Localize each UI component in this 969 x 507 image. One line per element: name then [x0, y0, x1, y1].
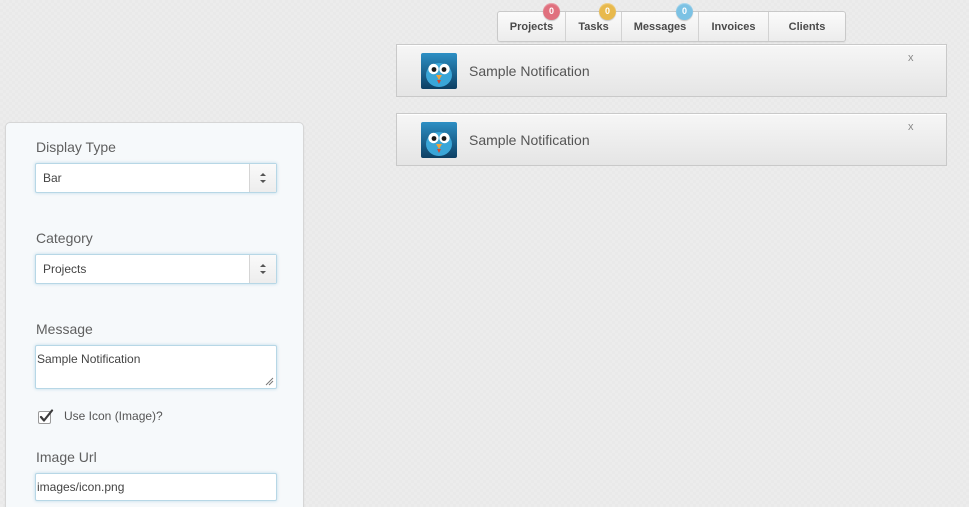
bird-avatar-icon: [421, 53, 457, 89]
notification-text: Sample Notification: [469, 63, 590, 79]
select-arrows-icon: [249, 164, 276, 192]
tab-clients[interactable]: Clients: [769, 12, 845, 41]
image-url-label: Image Url: [36, 449, 97, 465]
resize-grip-icon[interactable]: [265, 377, 274, 386]
notification-bar: Sample Notification x: [396, 113, 947, 166]
message-value: Sample Notification: [37, 352, 141, 366]
bird-avatar-icon: [421, 122, 457, 158]
display-type-label: Display Type: [36, 139, 116, 155]
display-type-value: Bar: [43, 171, 62, 185]
use-icon-label: Use Icon (Image)?: [64, 409, 163, 423]
use-icon-checkbox[interactable]: [38, 409, 54, 424]
category-value: Projects: [43, 262, 87, 276]
select-arrows-icon: [249, 255, 276, 283]
category-select[interactable]: Projects: [35, 254, 277, 284]
notification-text: Sample Notification: [469, 132, 590, 148]
message-label: Message: [36, 321, 93, 337]
tab-clients-label: Clients: [788, 21, 826, 33]
tab-messages[interactable]: Messages 0: [622, 3, 699, 41]
category-label: Category: [36, 230, 93, 246]
tab-invoices-label: Invoices: [711, 21, 756, 33]
tasks-count-badge: 0: [599, 3, 616, 20]
projects-count-badge: 0: [543, 3, 560, 20]
tab-projects[interactable]: Projects 0: [498, 3, 566, 41]
top-nav-tabs: Projects 0 Tasks 0 Messages 0 Invoices C…: [497, 3, 846, 42]
image-url-value: images/icon.png: [37, 480, 125, 494]
message-textarea[interactable]: Sample Notification: [35, 345, 277, 389]
use-icon-checkbox-row[interactable]: Use Icon (Image)?: [38, 408, 163, 424]
close-notification-button[interactable]: x: [908, 121, 914, 133]
notification-bar: Sample Notification x: [396, 44, 947, 97]
messages-count-badge: 0: [676, 3, 693, 20]
tab-tasks[interactable]: Tasks 0: [566, 3, 622, 41]
tab-invoices[interactable]: Invoices: [699, 12, 769, 41]
image-url-input[interactable]: images/icon.png: [35, 473, 277, 501]
display-type-select[interactable]: Bar: [35, 163, 277, 193]
notification-settings-panel: Display Type Bar Category Projects Messa…: [5, 122, 304, 507]
close-notification-button[interactable]: x: [908, 52, 914, 64]
